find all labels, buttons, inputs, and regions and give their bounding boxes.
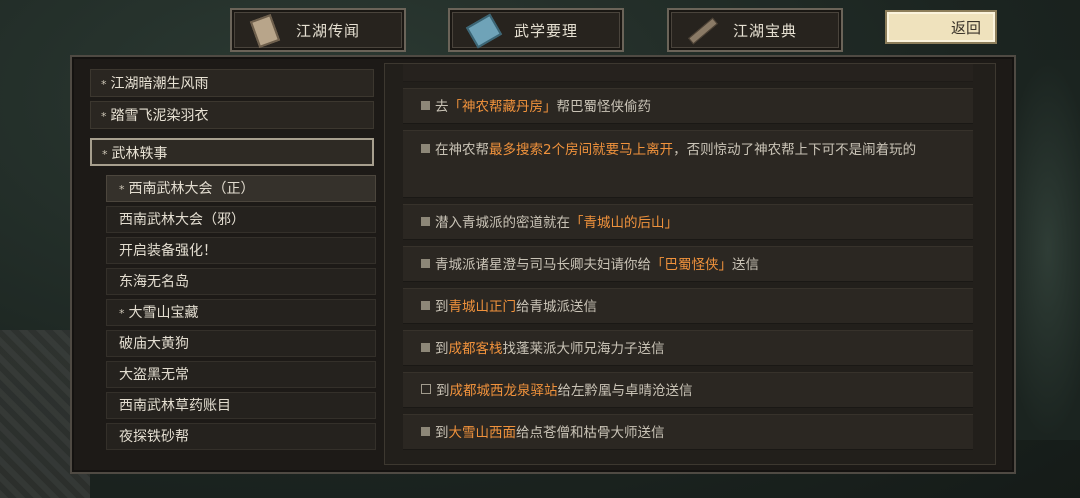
highlight-text: 成都城西龙泉驿站 [449, 383, 558, 399]
category-list: * 江湖暗潮生风雨 * 踏雪飞泥染羽衣 * 武林轶事 * 西南武林大会（正） 西南武林大会（邪）… [82, 63, 378, 463]
subitem[interactable]: 破庙大黄狗 [106, 330, 376, 357]
tab-handbook[interactable]: 江湖宝典 [667, 8, 843, 52]
star-icon: * [101, 78, 107, 91]
subitem[interactable]: 夜探铁砂帮 [106, 423, 376, 450]
subitem[interactable]: 开启装备强化！ [106, 237, 376, 264]
highlight-text: 「神农帮藏丹房」 [448, 99, 557, 115]
entry-text: 送信 [732, 257, 759, 273]
quest-entry: 到成都客栈找蓬莱派大师兄海力子送信 [403, 330, 973, 366]
book-icon [466, 17, 500, 43]
checked-box-icon [421, 101, 430, 110]
entry-text: 潜入青城派的密道就在 [435, 215, 570, 231]
journal-panel: * 江湖暗潮生风雨 * 踏雪飞泥染羽衣 * 武林轶事 * 西南武林大会（正） 西南武林大会（邪）… [70, 55, 1016, 474]
highlight-text: 「巴蜀怪侠」 [651, 257, 732, 273]
category-label: 踏雪飞泥染羽衣 [110, 108, 209, 124]
highlight-text: 青城山正门 [448, 299, 517, 315]
entry-text: 给左黔凰与卓晴沧送信 [557, 383, 693, 399]
star-icon: * [101, 110, 107, 123]
subitem[interactable]: 东海无名岛 [106, 268, 376, 295]
entry-text: 给青城派送信 [516, 299, 597, 315]
tab-rumors[interactable]: 江湖传闻 [230, 8, 406, 52]
quest-entry: 到大雪山西面给点苍僧和枯骨大师送信 [403, 414, 973, 450]
checked-box-icon [421, 427, 430, 436]
entry-text: 找蓬莱派大师兄海力子送信 [502, 341, 665, 357]
category-item[interactable]: * 武林轶事 [90, 138, 374, 166]
checked-box-icon [421, 259, 430, 268]
unchecked-box-icon [421, 384, 431, 394]
sword-icon [685, 17, 719, 43]
quest-entry: 在神农帮最多搜索2个房间就要马上离开，否则惊动了神农帮上下可不是闹着玩的 [403, 130, 973, 198]
subitem-label: 大雪山宝藏 [128, 305, 199, 321]
subitem-label: 大盗黑无常 [119, 367, 189, 383]
entry-list: 去「神农帮藏丹房」帮巴蜀怪侠偷药在神农帮最多搜索2个房间就要马上离开，否则惊动了… [384, 63, 996, 465]
subitem-label: 开启装备强化！ [119, 243, 217, 259]
tab-martial-label: 武学要理 [514, 21, 579, 40]
entry-text: 到 [435, 425, 449, 441]
subitem[interactable]: 西南武林草药账目 [106, 392, 376, 419]
entry-text: 青城派诸星澄与司马长卿夫妇请你给 [435, 257, 651, 273]
tab-handbook-label: 江湖宝典 [733, 21, 798, 40]
category-label: 武林轶事 [111, 146, 168, 162]
tab-martial[interactable]: 武学要理 [448, 8, 624, 52]
subitem-label: 西南武林草药账目 [119, 398, 231, 414]
quest-entry: 到青城山正门给青城派送信 [403, 288, 973, 324]
quest-entry: 到成都城西龙泉驿站给左黔凰与卓晴沧送信 [403, 372, 973, 408]
subitem[interactable]: 大盗黑无常 [106, 361, 376, 388]
subitem-label: 破庙大黄狗 [119, 336, 189, 352]
quest-entry: 青城派诸星澄与司马长卿夫妇请你给「巴蜀怪侠」送信 [403, 246, 973, 282]
subitem-label: 夜探铁砂帮 [119, 429, 189, 445]
subitem-label: 西南武林大会（正） [128, 181, 255, 197]
checked-box-icon [421, 217, 430, 226]
scroll-icon [248, 17, 282, 43]
entry-text: 到 [435, 341, 449, 357]
clipped-entry [403, 64, 973, 82]
tab-rumors-label: 江湖传闻 [296, 21, 361, 40]
entry-text: ，否则惊动了神农帮上下可不是闹着玩的 [673, 142, 917, 158]
subitem-label: 西南武林大会（邪） [119, 212, 245, 228]
category-label: 江湖暗潮生风雨 [110, 76, 209, 92]
back-button[interactable]: 返回 [885, 10, 997, 44]
star-icon: * [119, 183, 125, 196]
highlight-text: 「青城山的后山」 [570, 215, 678, 231]
entry-text: 去 [435, 99, 449, 115]
category-item[interactable]: * 踏雪飞泥染羽衣 [90, 101, 374, 129]
subitem[interactable]: 西南武林大会（邪） [106, 206, 376, 233]
highlight-text: 成都客栈 [448, 341, 503, 357]
entry-text: 帮巴蜀怪侠偷药 [556, 99, 652, 115]
entry-text: 在神农帮 [435, 142, 489, 158]
highlight-text: 最多搜索2个房间就要马上离开 [489, 142, 674, 158]
quest-entry: 潜入青城派的密道就在「青城山的后山」 [403, 204, 973, 240]
subitem-label: 东海无名岛 [119, 274, 189, 290]
subitem[interactable]: * 大雪山宝藏 [106, 299, 376, 326]
highlight-text: 大雪山西面 [448, 425, 517, 441]
checked-box-icon [421, 343, 430, 352]
star-icon: * [102, 148, 108, 161]
entry-text: 到 [435, 299, 449, 315]
checked-box-icon [421, 301, 430, 310]
checked-box-icon [421, 144, 430, 153]
subitem[interactable]: * 西南武林大会（正） [106, 175, 376, 202]
quest-entry: 去「神农帮藏丹房」帮巴蜀怪侠偷药 [403, 88, 973, 124]
entry-text: 到 [436, 383, 450, 399]
category-item[interactable]: * 江湖暗潮生风雨 [90, 69, 374, 97]
entry-text: 给点苍僧和枯骨大师送信 [516, 425, 665, 441]
star-icon: * [119, 307, 125, 320]
